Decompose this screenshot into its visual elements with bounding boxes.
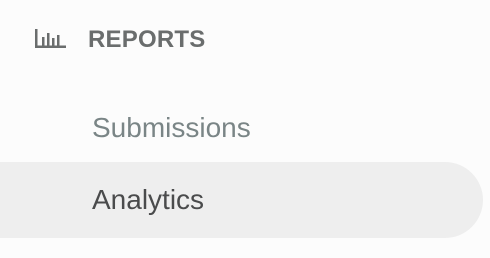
sidebar-item-submissions-label: Submissions [92,112,251,143]
reports-nav: REPORTS Submissions Analytics [0,0,490,258]
bar-chart-icon [35,29,66,48]
sidebar-item-analytics[interactable]: Analytics [0,162,483,238]
reports-section-header[interactable]: REPORTS [0,18,490,62]
sidebar-item-submissions[interactable]: Submissions [0,90,480,166]
reports-section-title: REPORTS [88,26,206,53]
sidebar-item-analytics-label: Analytics [92,184,205,215]
